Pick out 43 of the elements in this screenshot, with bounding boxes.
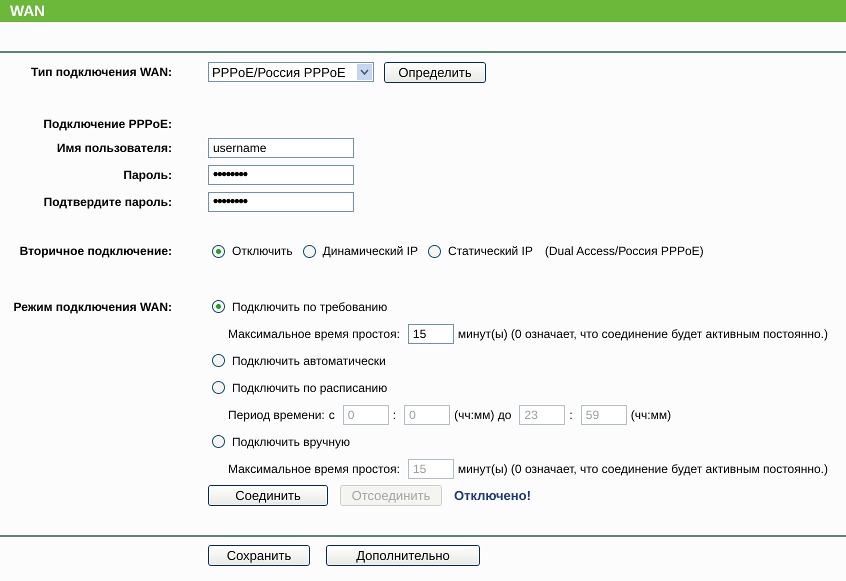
connection-type-dropdown[interactable]: PPPoE/Россия PPPoE bbox=[208, 62, 374, 82]
radio-label: Отключить bbox=[232, 244, 293, 258]
field-label: Тип подключения WAN: bbox=[30, 65, 172, 79]
radio-label: Статический IP bbox=[448, 244, 533, 258]
radio-label: Подключить вручную bbox=[232, 434, 350, 448]
field-label: : bbox=[392, 408, 396, 422]
radio-button[interactable] bbox=[212, 300, 225, 313]
username-field[interactable]: username bbox=[208, 138, 354, 158]
password-field[interactable]: •••••••• bbox=[208, 164, 354, 184]
connect-button[interactable]: Соединить bbox=[208, 485, 328, 506]
save-button[interactable]: Сохранить bbox=[208, 544, 310, 566]
field-label: Вторичное подключение: bbox=[20, 244, 172, 258]
radio-button[interactable] bbox=[212, 381, 225, 394]
field-label: минут(ы) (0 означает, что соединение будет активным постоянно.) bbox=[458, 462, 828, 476]
field-label: (чч:мм) bbox=[630, 408, 672, 422]
radio-label: Динамический IP bbox=[322, 244, 418, 258]
field-label: Режим подключения WAN: bbox=[13, 300, 172, 314]
radio-button[interactable] bbox=[302, 244, 316, 258]
password-field[interactable]: •••••••• bbox=[208, 192, 354, 212]
radio-label: Подключить по расписанию bbox=[232, 380, 388, 394]
number-field[interactable]: 15 bbox=[408, 324, 454, 344]
field-label: Пароль: bbox=[123, 168, 172, 182]
advanced-button[interactable]: Дополнительно bbox=[326, 544, 480, 566]
field-label: Подтвердите пароль: bbox=[44, 194, 172, 208]
field-label: Максимальное время простоя: bbox=[228, 462, 400, 476]
radio-label: Подключить автоматически bbox=[232, 354, 386, 368]
radio-button[interactable] bbox=[212, 354, 225, 367]
field-label: с bbox=[328, 408, 335, 422]
field-label: Имя пользователя: bbox=[56, 140, 172, 154]
field-label: : bbox=[569, 408, 573, 422]
field-label: (чч:мм) до bbox=[454, 408, 512, 422]
field-label: минут(ы) (0 означает, что соединение будет активным постоянно.) bbox=[458, 326, 828, 340]
connection-status: Отключено! bbox=[454, 488, 531, 503]
note-text: (Dual Access/Россия PPPoE) bbox=[544, 244, 704, 258]
page-title: WAN bbox=[10, 2, 45, 20]
radio-button[interactable] bbox=[212, 244, 225, 258]
field-label: Максимальное время простоя: bbox=[228, 326, 400, 340]
section-heading: Подключение PPPoE: bbox=[43, 117, 172, 131]
detect-button[interactable]: Определить bbox=[384, 62, 486, 82]
field-label: Период времени: bbox=[228, 408, 325, 422]
radio-label: Подключить по требованию bbox=[232, 300, 388, 314]
radio-button[interactable] bbox=[212, 435, 225, 448]
radio-button[interactable] bbox=[428, 244, 441, 258]
